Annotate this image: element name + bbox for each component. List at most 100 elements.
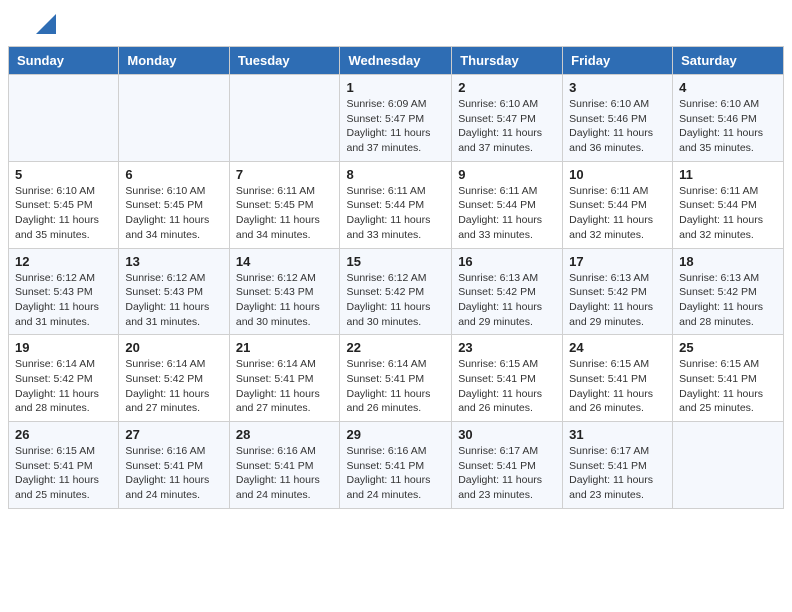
calendar-day-cell: 20Sunrise: 6:14 AMSunset: 5:42 PMDayligh… — [119, 335, 229, 422]
calendar-week-row: 19 Sunrise: 6:14 AMSunset: 5:42 PMDayligh… — [9, 335, 784, 422]
day-number: 12 — [15, 254, 112, 269]
day-info: Sunrise: 6:12 AMSunset: 5:43 PMDaylight:… — [15, 271, 112, 330]
calendar-day-cell: 29 Sunrise: 6:16 AMSunset: 5:41 PMDayligh… — [340, 422, 452, 509]
day-info: Sunrise: 6:13 AMSunset: 5:42 PMDaylight:… — [569, 271, 666, 330]
calendar-week-row: 26Sunrise: 6:15 AMSunset: 5:41 PMDayligh… — [9, 422, 784, 509]
day-info: Sunrise: 6:15 AMSunset: 5:41 PMDaylight:… — [679, 357, 777, 416]
calendar-day-cell: 10 Sunrise: 6:11 AMSunset: 5:44 PMDayligh… — [563, 161, 673, 248]
logo-triangle-icon — [28, 10, 56, 38]
day-info: Sunrise: 6:16 AMSunset: 5:41 PMDaylight:… — [236, 444, 334, 503]
day-number: 29 — [346, 427, 445, 442]
calendar-day-cell: 30 Sunrise: 6:17 AMSunset: 5:41 PMDayligh… — [452, 422, 563, 509]
calendar-day-cell: 28 Sunrise: 6:16 AMSunset: 5:41 PMDayligh… — [229, 422, 340, 509]
day-number: 16 — [458, 254, 556, 269]
day-number: 26 — [15, 427, 112, 442]
day-number: 11 — [679, 167, 777, 182]
day-info: Sunrise: 6:14 AMSunset: 5:42 PMDaylight:… — [15, 357, 112, 416]
calendar-day-cell: 26Sunrise: 6:15 AMSunset: 5:41 PMDayligh… — [9, 422, 119, 509]
calendar-week-row: 12 Sunrise: 6:12 AMSunset: 5:43 PMDayligh… — [9, 248, 784, 335]
day-number: 18 — [679, 254, 777, 269]
day-info: Sunrise: 6:10 AMSunset: 5:46 PMDaylight:… — [679, 97, 777, 156]
calendar-day-cell: 13 Sunrise: 6:12 AMSunset: 5:43 PMDayligh… — [119, 248, 229, 335]
day-of-week-header: Monday — [119, 47, 229, 75]
calendar-wrapper: SundayMondayTuesdayWednesdayThursdayFrid… — [0, 46, 792, 517]
day-info: Sunrise: 6:17 AMSunset: 5:41 PMDaylight:… — [569, 444, 666, 503]
day-of-week-header: Thursday — [452, 47, 563, 75]
day-of-week-header: Friday — [563, 47, 673, 75]
calendar-header-row: SundayMondayTuesdayWednesdayThursdayFrid… — [9, 47, 784, 75]
calendar-day-cell: 22 Sunrise: 6:14 AMSunset: 5:41 PMDayligh… — [340, 335, 452, 422]
day-info: Sunrise: 6:10 AMSunset: 5:45 PMDaylight:… — [15, 184, 112, 243]
calendar-day-cell: 18 Sunrise: 6:13 AMSunset: 5:42 PMDayligh… — [673, 248, 784, 335]
day-info: Sunrise: 6:17 AMSunset: 5:41 PMDaylight:… — [458, 444, 556, 503]
calendar-day-cell: 15Sunrise: 6:12 AMSunset: 5:42 PMDayligh… — [340, 248, 452, 335]
calendar-day-cell: 3 Sunrise: 6:10 AMSunset: 5:46 PMDaylight… — [563, 75, 673, 162]
day-number: 27 — [125, 427, 222, 442]
day-number: 21 — [236, 340, 334, 355]
day-info: Sunrise: 6:11 AMSunset: 5:44 PMDaylight:… — [458, 184, 556, 243]
calendar-day-cell: 14Sunrise: 6:12 AMSunset: 5:43 PMDayligh… — [229, 248, 340, 335]
day-number: 14 — [236, 254, 334, 269]
day-number: 22 — [346, 340, 445, 355]
calendar-day-cell: 11 Sunrise: 6:11 AMSunset: 5:44 PMDayligh… — [673, 161, 784, 248]
day-of-week-header: Sunday — [9, 47, 119, 75]
day-info: Sunrise: 6:16 AMSunset: 5:41 PMDaylight:… — [346, 444, 445, 503]
calendar-week-row: 5Sunrise: 6:10 AMSunset: 5:45 PMDaylight… — [9, 161, 784, 248]
calendar-day-cell: 19 Sunrise: 6:14 AMSunset: 5:42 PMDayligh… — [9, 335, 119, 422]
day-number: 31 — [569, 427, 666, 442]
day-info: Sunrise: 6:11 AMSunset: 5:44 PMDaylight:… — [569, 184, 666, 243]
day-info: Sunrise: 6:14 AMSunset: 5:42 PMDaylight:… — [125, 357, 222, 416]
calendar-day-cell: 8 Sunrise: 6:11 AMSunset: 5:44 PMDaylight… — [340, 161, 452, 248]
day-info: Sunrise: 6:16 AMSunset: 5:41 PMDaylight:… — [125, 444, 222, 503]
day-info: Sunrise: 6:13 AMSunset: 5:42 PMDaylight:… — [458, 271, 556, 330]
day-info: Sunrise: 6:10 AMSunset: 5:47 PMDaylight:… — [458, 97, 556, 156]
day-info: Sunrise: 6:15 AMSunset: 5:41 PMDaylight:… — [569, 357, 666, 416]
day-number: 3 — [569, 80, 666, 95]
day-number: 6 — [125, 167, 222, 182]
day-number: 7 — [236, 167, 334, 182]
calendar-day-cell: 6 Sunrise: 6:10 AMSunset: 5:45 PMDaylight… — [119, 161, 229, 248]
day-number: 25 — [679, 340, 777, 355]
day-number: 23 — [458, 340, 556, 355]
logo — [24, 18, 56, 38]
day-number: 15 — [346, 254, 445, 269]
day-number: 8 — [346, 167, 445, 182]
day-number: 4 — [679, 80, 777, 95]
day-number: 10 — [569, 167, 666, 182]
day-info: Sunrise: 6:14 AMSunset: 5:41 PMDaylight:… — [236, 357, 334, 416]
calendar-day-cell: 25 Sunrise: 6:15 AMSunset: 5:41 PMDayligh… — [673, 335, 784, 422]
calendar-day-cell: 2 Sunrise: 6:10 AMSunset: 5:47 PMDaylight… — [452, 75, 563, 162]
calendar-day-cell: 31 Sunrise: 6:17 AMSunset: 5:41 PMDayligh… — [563, 422, 673, 509]
day-info: Sunrise: 6:10 AMSunset: 5:46 PMDaylight:… — [569, 97, 666, 156]
calendar-day-cell: 21 Sunrise: 6:14 AMSunset: 5:41 PMDayligh… — [229, 335, 340, 422]
calendar-day-cell — [9, 75, 119, 162]
calendar-day-cell — [119, 75, 229, 162]
calendar-week-row: 1Sunrise: 6:09 AMSunset: 5:47 PMDaylight… — [9, 75, 784, 162]
calendar-day-cell — [673, 422, 784, 509]
calendar-table: SundayMondayTuesdayWednesdayThursdayFrid… — [8, 46, 784, 509]
day-number: 19 — [15, 340, 112, 355]
calendar-day-cell: 17 Sunrise: 6:13 AMSunset: 5:42 PMDayligh… — [563, 248, 673, 335]
day-number: 13 — [125, 254, 222, 269]
day-info: Sunrise: 6:15 AMSunset: 5:41 PMDaylight:… — [458, 357, 556, 416]
calendar-day-cell: 4 Sunrise: 6:10 AMSunset: 5:46 PMDaylight… — [673, 75, 784, 162]
calendar-day-cell: 9 Sunrise: 6:11 AMSunset: 5:44 PMDaylight… — [452, 161, 563, 248]
day-info: Sunrise: 6:11 AMSunset: 5:44 PMDaylight:… — [679, 184, 777, 243]
day-info: Sunrise: 6:12 AMSunset: 5:43 PMDaylight:… — [125, 271, 222, 330]
calendar-day-cell: 16 Sunrise: 6:13 AMSunset: 5:42 PMDayligh… — [452, 248, 563, 335]
day-info: Sunrise: 6:11 AMSunset: 5:44 PMDaylight:… — [346, 184, 445, 243]
day-number: 17 — [569, 254, 666, 269]
day-info: Sunrise: 6:14 AMSunset: 5:41 PMDaylight:… — [346, 357, 445, 416]
day-number: 9 — [458, 167, 556, 182]
day-number: 2 — [458, 80, 556, 95]
day-info: Sunrise: 6:13 AMSunset: 5:42 PMDaylight:… — [679, 271, 777, 330]
calendar-day-cell: 27 Sunrise: 6:16 AMSunset: 5:41 PMDayligh… — [119, 422, 229, 509]
day-of-week-header: Tuesday — [229, 47, 340, 75]
day-number: 30 — [458, 427, 556, 442]
day-info: Sunrise: 6:09 AMSunset: 5:47 PMDaylight:… — [346, 97, 445, 156]
calendar-day-cell: 24Sunrise: 6:15 AMSunset: 5:41 PMDayligh… — [563, 335, 673, 422]
calendar-day-cell: 7Sunrise: 6:11 AMSunset: 5:45 PMDaylight… — [229, 161, 340, 248]
calendar-day-cell: 12 Sunrise: 6:12 AMSunset: 5:43 PMDayligh… — [9, 248, 119, 335]
day-number: 28 — [236, 427, 334, 442]
day-info: Sunrise: 6:10 AMSunset: 5:45 PMDaylight:… — [125, 184, 222, 243]
